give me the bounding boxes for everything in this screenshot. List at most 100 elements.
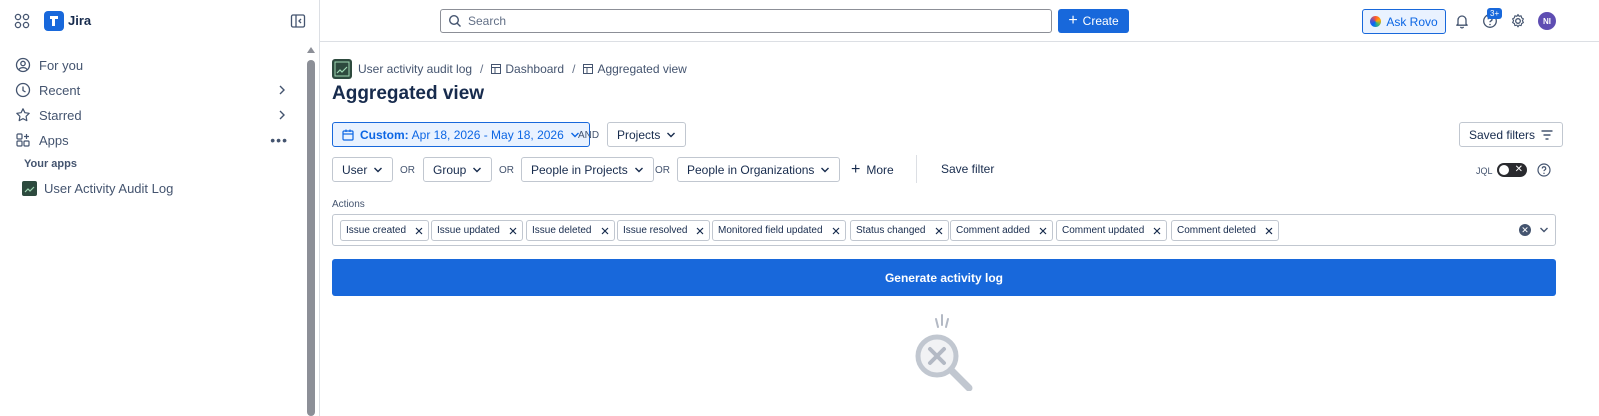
user-filter[interactable]: User — [332, 157, 394, 182]
saved-filters-button[interactable]: Saved filters — [1459, 122, 1564, 147]
app-thumbnail-icon — [22, 181, 37, 196]
app-thumbnail-icon — [332, 59, 352, 79]
people-in-organizations-filter[interactable]: People in Organizations — [677, 157, 841, 182]
your-apps-heading: Your apps — [24, 158, 77, 170]
action-chip: Issue deleted — [526, 220, 615, 241]
people-in-orgs-label: People in Organizations — [687, 162, 815, 177]
app-name[interactable]: Jira — [68, 13, 91, 28]
group-filter[interactable]: Group — [423, 157, 493, 182]
remove-chip-icon[interactable] — [1039, 227, 1047, 235]
generate-button-label: Generate activity log — [884, 270, 1004, 285]
more-filters-button[interactable]: + More — [851, 162, 894, 178]
chevron-down-icon[interactable] — [1539, 225, 1549, 235]
action-chip: Status changed — [850, 220, 949, 241]
projects-filter[interactable]: Projects — [607, 122, 687, 147]
collapse-sidebar-icon[interactable] — [290, 13, 306, 29]
chip-label: Issue created — [346, 225, 407, 236]
or-connector: OR — [499, 165, 514, 176]
plus-icon: + — [1068, 12, 1078, 29]
jql-toggle[interactable]: ✕ — [1497, 163, 1527, 177]
scroll-up-arrow[interactable] — [307, 47, 315, 53]
generate-activity-log-button[interactable]: Generate activity log — [332, 259, 1556, 296]
more-label: More — [866, 163, 894, 177]
chip-label: Comment added — [956, 225, 1030, 236]
chevron-right-icon[interactable] — [276, 84, 288, 96]
more-options-icon[interactable]: ••• — [270, 132, 288, 148]
ask-rovo-button[interactable]: Ask Rovo — [1362, 9, 1446, 34]
or-connector: OR — [655, 165, 670, 176]
chip-label: Comment updated — [1062, 225, 1145, 236]
people-in-projects-filter[interactable]: People in Projects — [521, 157, 654, 182]
sidebar-scrollbar[interactable] — [307, 60, 315, 416]
date-prefix: Custom: — [360, 127, 409, 142]
chip-label: Monitored field updated — [718, 225, 823, 236]
chip-label: Issue resolved — [623, 225, 688, 236]
view-icon — [583, 64, 594, 74]
save-filter-label: Save filter — [941, 162, 995, 176]
save-filter-button[interactable]: Save filter — [941, 162, 994, 176]
app-switcher-icon[interactable] — [14, 13, 30, 29]
ask-rovo-label: Ask Rovo — [1386, 14, 1438, 29]
plus-icon: + — [851, 161, 861, 178]
calendar-icon — [342, 129, 354, 141]
sidebar-item-for-you[interactable]: For you — [10, 53, 300, 77]
clear-all-icon[interactable]: ✕ — [1519, 224, 1531, 236]
search-input[interactable]: Search — [440, 9, 1052, 33]
clock-icon — [15, 82, 31, 98]
date-range-picker[interactable]: Custom: Apr 18, 2026 - May 18, 2026 — [332, 122, 590, 147]
star-icon — [16, 108, 30, 122]
remove-chip-icon[interactable] — [415, 227, 423, 235]
remove-chip-icon[interactable] — [601, 227, 609, 235]
notifications-bell-icon[interactable] — [1454, 13, 1470, 29]
breadcrumb-item-dashboard[interactable]: Dashboard — [505, 62, 564, 76]
sidebar-item-label: Starred — [39, 107, 82, 123]
user-filter-label: User — [342, 162, 368, 177]
jira-logo-icon[interactable] — [44, 11, 64, 31]
breadcrumb-separator: / — [572, 62, 576, 76]
chevron-down-icon — [667, 132, 676, 137]
sidebar-app-label: User Activity Audit Log — [44, 181, 174, 196]
notification-count-badge: 3+ — [1487, 8, 1503, 19]
toggle-off-icon: ✕ — [1514, 164, 1523, 175]
create-button-label: Create — [1082, 14, 1119, 28]
sidebar-header: Jira — [0, 0, 319, 42]
projects-filter-label: Projects — [617, 127, 661, 142]
remove-chip-icon[interactable] — [1153, 227, 1161, 235]
sidebar-item-starred[interactable]: Starred — [10, 103, 300, 127]
sidebar-app-user-activity-audit-log[interactable]: User Activity Audit Log — [22, 181, 173, 196]
or-connector: OR — [400, 165, 415, 176]
actions-label: Actions — [332, 199, 365, 210]
page-title: Aggregated view — [332, 83, 485, 104]
person-circle-icon — [15, 57, 31, 73]
user-avatar[interactable]: NI — [1538, 12, 1556, 30]
breadcrumb: User activity audit log / Dashboard / Ag… — [332, 59, 687, 79]
toggle-knob — [1499, 165, 1509, 175]
sidebar: Jira For you Recent Starred Apps ••• You… — [0, 0, 320, 416]
settings-gear-icon[interactable] — [1510, 13, 1526, 29]
actions-multiselect[interactable]: Issue created Issue updated Issue delete… — [332, 214, 1556, 246]
chevron-right-icon[interactable] — [276, 109, 288, 121]
remove-chip-icon[interactable] — [509, 227, 517, 235]
sidebar-item-apps[interactable]: Apps ••• — [10, 128, 300, 152]
action-chip: Issue updated — [431, 220, 523, 241]
breadcrumb-item-app[interactable]: User activity audit log — [358, 62, 472, 76]
search-icon — [448, 14, 461, 27]
rovo-icon — [1370, 16, 1382, 27]
date-range-value: Apr 18, 2026 - May 18, 2026 — [411, 127, 564, 142]
breadcrumb-separator: / — [480, 62, 484, 76]
sidebar-item-recent[interactable]: Recent — [10, 78, 300, 102]
breadcrumb-item-current[interactable]: Aggregated view — [597, 62, 686, 76]
remove-chip-icon[interactable] — [935, 227, 943, 235]
no-results-magnifier-icon — [915, 314, 973, 391]
chip-label: Comment deleted — [1177, 225, 1256, 236]
remove-chip-icon[interactable] — [832, 227, 840, 235]
sidebar-item-label: Apps — [39, 132, 69, 148]
action-chip: Monitored field updated — [712, 220, 846, 241]
remove-chip-icon[interactable] — [1265, 227, 1273, 235]
create-button[interactable]: + Create — [1058, 9, 1129, 33]
jql-help-icon[interactable] — [1537, 163, 1551, 177]
remove-chip-icon[interactable] — [696, 227, 704, 235]
people-in-projects-label: People in Projects — [531, 162, 628, 177]
jql-label: JQL — [1476, 166, 1493, 176]
action-chip: Comment updated — [1056, 220, 1168, 241]
